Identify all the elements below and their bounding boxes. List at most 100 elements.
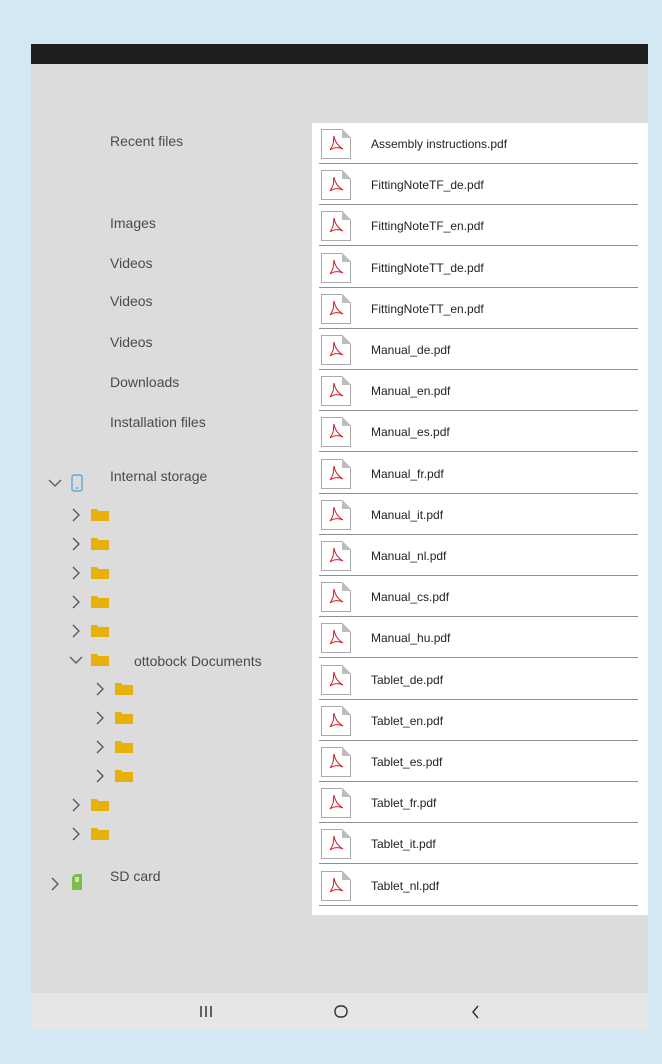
sd-card-label[interactable]: SD card [110,868,161,885]
file-row[interactable]: Tablet_fr.pdf [312,782,648,824]
file-row[interactable]: Tablet_en.pdf [312,700,648,741]
pdf-file-icon [320,870,352,902]
folder-icon[interactable] [91,827,109,840]
chevron-down-icon[interactable] [46,474,64,492]
folder-icon[interactable] [91,566,109,579]
pdf-file-icon [320,375,352,407]
chevron-right-icon[interactable] [67,796,85,814]
chevron-right-icon[interactable] [46,875,64,893]
back-icon[interactable] [464,1001,488,1023]
folder-icon[interactable] [91,624,109,637]
file-name: Tablet_fr.pdf [371,796,437,811]
file-row[interactable]: Tablet_es.pdf [312,741,648,782]
file-name: Tablet_it.pdf [371,837,436,852]
pdf-file-icon [320,828,352,860]
recent-apps-icon[interactable] [194,1001,218,1023]
sd-card-icon [70,873,84,891]
file-row[interactable]: Manual_hu.pdf [312,617,648,659]
pdf-file-icon [320,540,352,572]
file-row[interactable]: Tablet_de.pdf [312,659,648,700]
file-name: Tablet_es.pdf [371,755,443,769]
pdf-file-icon [320,746,352,778]
chevron-right-icon[interactable] [67,506,85,524]
chevron-down-icon[interactable] [67,651,85,669]
file-row[interactable]: FittingNoteTT_de.pdf [312,247,648,288]
file-row[interactable]: Manual_nl.pdf [312,535,648,576]
nav-videos[interactable]: Videos [110,255,153,272]
file-row[interactable]: Manual_it.pdf [312,494,648,535]
folder-icon[interactable] [115,711,133,724]
file-row[interactable]: Tablet_it.pdf [312,823,648,865]
nav-videos-2[interactable]: Videos [110,293,153,310]
pdf-file-icon [320,664,352,696]
file-name: Assembly instructions.pdf [371,137,508,151]
pdf-file-icon [320,293,352,325]
pdf-file-icon [320,499,352,531]
chevron-right-icon[interactable] [91,767,109,785]
file-name: Manual_it.pdf [371,507,444,522]
file-name: FittingNoteTT_de.pdf [371,260,484,275]
pdf-file-icon [320,705,352,737]
file-name: Manual_de.pdf [371,343,451,357]
chevron-right-icon[interactable] [91,738,109,756]
file-name: Manual_hu.pdf [371,631,451,646]
chevron-right-icon[interactable] [67,622,85,640]
chevron-right-icon[interactable] [67,825,85,843]
file-row[interactable]: Manual_fr.pdf [312,453,648,494]
folder-icon[interactable] [91,508,109,521]
pdf-file-icon [320,787,352,819]
file-name: Tablet_de.pdf [371,672,444,687]
file-row[interactable]: FittingNoteTF_de.pdf [312,164,648,206]
row-divider [319,904,638,906]
file-name: FittingNoteTF_en.pdf [371,219,484,234]
file-name: Manual_cs.pdf [371,590,450,605]
file-name: FittingNoteTT_en.pdf [371,301,484,316]
pdf-file-icon [320,622,352,654]
pdf-file-icon [320,458,352,490]
pdf-file-icon [320,128,352,160]
ottobock-documents-label[interactable]: ottobock Documents [134,653,262,670]
file-name: Manual_nl.pdf [371,549,447,563]
chevron-right-icon[interactable] [67,564,85,582]
nav-downloads[interactable]: Downloads [110,374,179,391]
file-row[interactable]: Manual_de.pdf [312,329,648,370]
file-name: Tablet_en.pdf [371,713,444,728]
chevron-right-icon[interactable] [67,593,85,611]
system-nav-bar [31,993,648,1030]
chevron-right-icon[interactable] [91,709,109,727]
file-name: Manual_fr.pdf [371,466,444,481]
file-name: Manual_es.pdf [371,425,450,440]
file-row[interactable]: Assembly instructions.pdf [312,123,648,164]
folder-icon[interactable] [91,537,109,550]
folder-icon[interactable] [115,682,133,695]
file-name: FittingNoteTF_de.pdf [371,178,484,193]
phone-storage-icon [70,474,84,492]
folder-icon[interactable] [91,595,109,608]
folder-icon[interactable] [115,769,133,782]
file-row[interactable]: Manual_es.pdf [312,411,648,453]
chevron-right-icon[interactable] [67,535,85,553]
pdf-file-icon [320,210,352,242]
file-name: Manual_en.pdf [371,384,451,399]
folder-icon[interactable] [91,798,109,811]
home-icon[interactable] [329,1001,353,1023]
file-row[interactable]: Tablet_nl.pdf [312,865,648,906]
folder-icon[interactable] [91,653,109,666]
nav-recent-files[interactable]: Recent files [110,133,183,150]
file-row[interactable]: FittingNoteTT_en.pdf [312,288,648,329]
device-screen: Recent files Images Videos Videos Videos… [31,44,648,1030]
file-row[interactable]: Manual_cs.pdf [312,576,648,618]
folder-icon[interactable] [115,740,133,753]
nav-videos-3[interactable]: Videos [110,334,153,351]
status-bar [31,44,648,64]
file-row[interactable]: FittingNoteTF_en.pdf [312,205,648,247]
file-row[interactable]: Manual_en.pdf [312,370,648,412]
internal-storage-label[interactable]: Internal storage [110,468,207,485]
nav-installation-files[interactable]: Installation files [110,414,206,431]
chevron-right-icon[interactable] [91,680,109,698]
file-name: Tablet_nl.pdf [371,878,440,893]
nav-images[interactable]: Images [110,215,156,232]
pdf-file-icon [320,169,352,201]
pdf-file-icon [320,252,352,284]
file-list: Assembly instructions.pdf FittingNoteTF_d… [312,123,648,915]
